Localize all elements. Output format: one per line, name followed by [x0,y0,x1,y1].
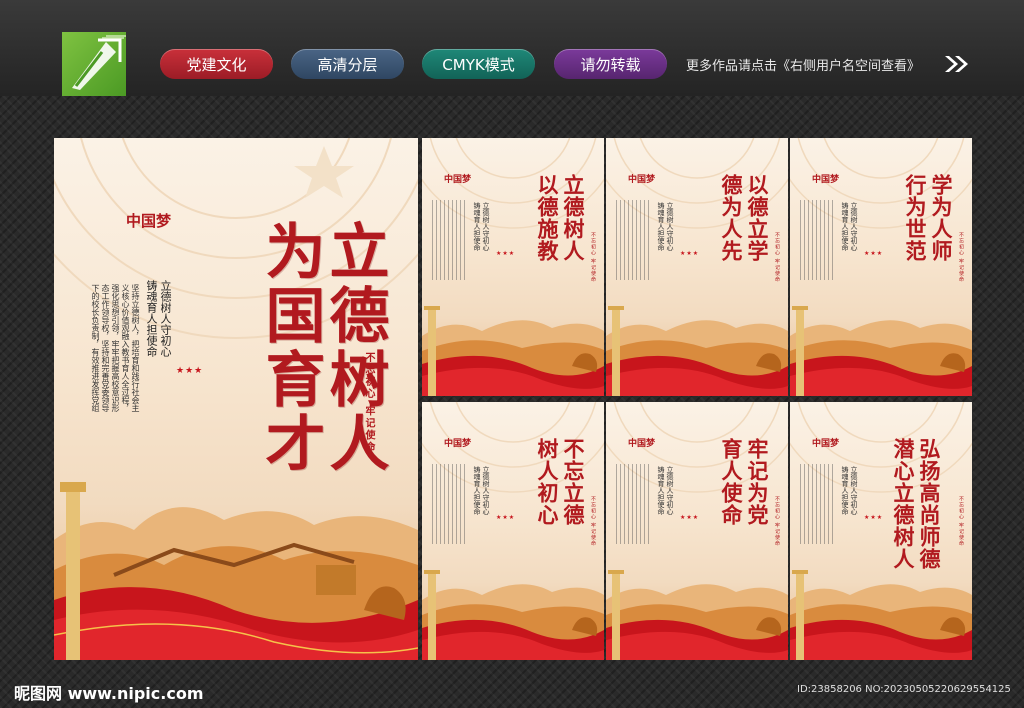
poster-sub-slogan: 不忘初心 牢记使命 [958,496,964,547]
poster-slogan: 立德树人守初心 铸魂育人担使命 [656,466,674,515]
poster-title: 立德树人 以德施教 [534,174,586,262]
poster-slogan-line-2: 铸魂育人担使命 [473,466,481,515]
poster-paragraph-lines [616,464,652,544]
small-poster-2: 中国梦 以德立学 德为人先 立德树人守初心 铸魂育人担使命不忘初心 牢记使命 ★★★ [606,138,788,396]
great-wall-scene [606,306,788,396]
small-poster-5: 中国梦 牢记为党 育人使命 立德树人守初心 铸魂育人担使命不忘初心 牢记使命 ★★★ [606,402,788,660]
poster-title: 以德立学 德为人先 [718,174,770,262]
tag-party-culture[interactable]: 党建文化 [160,49,273,79]
site-watermark: 昵图网 www.nipic.com [14,684,204,703]
poster-title-line-1: 以德立学 [745,174,770,262]
poster-title-line-2: 潜心立德树人 [891,438,916,570]
poster-slogan-line-1: 立德树人守初心 [482,202,490,251]
china-dream-brand: 中国梦 [444,439,472,449]
china-dream-brand: 中国梦 [126,212,172,230]
star-decoration: ★★★ [864,514,884,521]
small-poster-1: 中国梦 立德树人 以德施教 立德树人守初心 铸魂育人担使命不忘初心 牢记使命 ★★★ [422,138,604,396]
china-dream-brand: 中国梦 [628,439,656,449]
great-wall-scene [790,306,972,396]
star-decoration: ★★★ [864,250,884,257]
main-slogan-line-1: 立德树人守初心 [159,280,172,357]
main-title-line-1: 立德树人 [319,220,389,476]
poster-title-line-2: 以德施教 [535,174,560,262]
logo-badge [62,32,126,96]
poster-paragraph-lines [800,464,836,544]
poster-slogan-line-2: 铸魂育人担使命 [473,202,481,251]
poster-title-line-2: 育人使命 [719,438,744,526]
poster-paragraph-lines [800,200,836,280]
poster-title: 学为人师 行为世范 [902,174,954,262]
main-poster: 中国梦 立德树人 为国育才 不忘初心 牢记使命 立德树人守初心 铸魂育人担使命 … [54,138,418,660]
poster-slogan-line-1: 立德树人守初心 [482,466,490,515]
poster-title-line-1: 弘扬高尚师德 [917,438,942,570]
main-slogan: 立德树人守初心 铸魂育人担使命 [144,280,172,357]
tag-hd-layers[interactable]: 高清分层 [291,49,404,79]
poster-sub-slogan: 不忘初心 牢记使命 [590,496,596,547]
poster-title-line-1: 不忘立德 [561,438,586,526]
poster-slogan: 立德树人守初心 铸魂育人担使命 [840,202,858,251]
star-decoration: ★★★ [496,250,516,257]
great-wall-scene [790,570,972,660]
great-wall-scene [422,570,604,660]
poster-paragraph-lines [432,464,468,544]
star-decoration: ★★★ [680,250,700,257]
poster-slogan-line-2: 铸魂育人担使命 [841,466,849,515]
poster-paragraph-lines [616,200,652,280]
poster-title: 弘扬高尚师德 潜心立德树人 [890,438,942,570]
more-works-link[interactable]: 更多作品请点击《右侧用户名空间查看》 [686,55,920,74]
small-poster-4: 中国梦 不忘立德 树人初心 立德树人守初心 铸魂育人担使命不忘初心 牢记使命 ★★★ [422,402,604,660]
poster-slogan-line-2: 铸魂育人担使命 [657,466,665,515]
tag-cmyk[interactable]: CMYK模式 [422,49,535,79]
great-wall-scene [606,570,788,660]
great-wall-scene [54,482,418,660]
china-dream-brand: 中国梦 [444,175,472,185]
poster-slogan-line-2: 铸魂育人担使命 [657,202,665,251]
poster-slogan-line-2: 铸魂育人担使命 [841,202,849,251]
small-poster-6: 中国梦 弘扬高尚师德 潜心立德树人 立德树人守初心 铸魂育人担使命不忘初心 牢记使命 ★★… [790,402,972,660]
china-dream-brand: 中国梦 [628,175,656,185]
top-banner [0,0,1024,96]
poster-title-line-2: 行为世范 [903,174,928,262]
poster-slogan: 立德树人守初心 铸魂育人担使命 [472,466,490,515]
poster-sub-slogan: 不忘初心 牢记使命 [774,496,780,547]
main-slogan-line-2: 铸魂育人担使命 [145,280,158,357]
pen-nib-icon [72,35,126,90]
poster-title-line-2: 德为人先 [719,174,744,262]
poster-title: 牢记为党 育人使命 [718,438,770,526]
poster-slogan-line-1: 立德树人守初心 [850,202,858,251]
poster-title-line-1: 牢记为党 [745,438,770,526]
poster-sub-slogan: 不忘初心 牢记使命 [590,232,596,283]
image-id: ID:23858206 NO:20230505220629554125 [797,684,1011,695]
star-decoration: ★★★ [496,514,516,521]
poster-title-line-2: 树人初心 [535,438,560,526]
poster-title: 不忘立德 树人初心 [534,438,586,526]
poster-slogan: 立德树人守初心 铸魂育人担使命 [472,202,490,251]
great-wall-scene [422,306,604,396]
poster-slogan-line-1: 立德树人守初心 [666,202,674,251]
poster-slogan: 立德树人守初心 铸魂育人担使命 [840,466,858,515]
poster-title-line-1: 学为人师 [929,174,954,262]
star-watermark [294,146,354,198]
main-paragraph: 坚持立德树人，把培育和践行社会主义核心价值观融入教书育人全过程，强化思想引领，牢… [91,284,140,412]
main-sub-slogan: 不忘初心 牢记使命 [363,352,374,454]
star-decoration: ★★★ [176,366,204,376]
poster-title-line-1: 立德树人 [561,174,586,262]
poster-paragraph-lines [432,200,468,280]
small-poster-3: 中国梦 学为人师 行为世范 立德树人守初心 铸魂育人担使命不忘初心 牢记使命 ★★★ [790,138,972,396]
star-decoration: ★★★ [680,514,700,521]
main-title-line-2: 为国育才 [255,220,325,476]
double-chevron-right-icon[interactable] [943,54,971,74]
china-dream-brand: 中国梦 [812,439,840,449]
poster-sub-slogan: 不忘初心 牢记使命 [958,232,964,283]
poster-slogan-line-1: 立德树人守初心 [666,466,674,515]
tag-no-repost[interactable]: 请勿转载 [554,49,667,79]
poster-sub-slogan: 不忘初心 牢记使命 [774,232,780,283]
poster-slogan: 立德树人守初心 铸魂育人担使命 [656,202,674,251]
china-dream-brand: 中国梦 [812,175,840,185]
poster-slogan-line-1: 立德树人守初心 [850,466,858,515]
